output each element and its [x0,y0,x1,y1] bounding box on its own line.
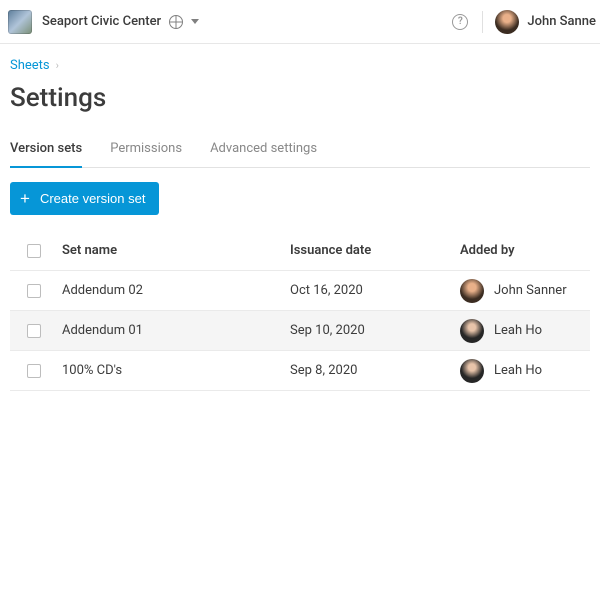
added-by-name: John Sanner [494,283,567,298]
tab-advanced-settings[interactable]: Advanced settings [210,133,317,168]
current-user-name[interactable]: John Sanne [527,14,596,29]
create-version-set-button[interactable]: + Create version set [10,182,159,215]
column-header-date[interactable]: Issuance date [290,243,460,258]
table-row[interactable]: Addendum 01Sep 10, 2020 Leah Ho [10,311,590,351]
tab-version-sets[interactable]: Version sets [10,133,82,168]
table-header-row: Set name Issuance date Added by [10,231,590,271]
chevron-right-icon: › [56,59,59,72]
button-label: Create version set [40,191,146,206]
row-checkbox-cell [10,284,58,298]
project-thumbnail[interactable] [8,10,32,34]
table-row[interactable]: Addendum 02Oct 16, 2020 John Sanner [10,271,590,311]
row-checkbox[interactable] [27,364,41,378]
added-by-cell: Leah Ho [460,319,590,343]
help-icon[interactable]: ? [452,14,468,30]
breadcrumb: Sheets › [10,44,590,77]
column-header-added-by[interactable]: Added by [460,243,590,258]
added-by-cell: Leah Ho [460,359,590,383]
row-checkbox[interactable] [27,324,41,338]
table-row[interactable]: 100% CD'sSep 8, 2020 Leah Ho [10,351,590,391]
version-sets-table: Set name Issuance date Added by Addendum… [10,231,590,391]
top-bar: Seaport Civic Center ? John Sanne [0,0,600,44]
plus-icon: + [20,190,30,207]
avatar[interactable] [495,10,519,34]
page-title: Settings [10,83,590,113]
tabs: Version sets Permissions Advanced settings [10,133,590,168]
row-checkbox[interactable] [27,284,41,298]
row-checkbox-cell [10,324,58,338]
avatar [460,359,484,383]
avatar [460,279,484,303]
added-by-name: Leah Ho [494,363,542,378]
avatar [460,319,484,343]
set-name: Addendum 01 [58,323,290,338]
issuance-date: Sep 10, 2020 [290,323,460,338]
set-name: Addendum 02 [58,283,290,298]
select-all-checkbox[interactable] [27,244,41,258]
added-by-name: Leah Ho [494,323,542,338]
divider [482,11,483,33]
globe-icon[interactable] [169,15,183,29]
project-name[interactable]: Seaport Civic Center [42,14,161,29]
set-name: 100% CD's [58,363,290,378]
row-checkbox-cell [10,364,58,378]
column-header-name[interactable]: Set name [58,243,290,258]
header-checkbox-cell [10,244,58,258]
chevron-down-icon[interactable] [191,19,199,24]
tab-permissions[interactable]: Permissions [110,133,182,168]
issuance-date: Sep 8, 2020 [290,363,460,378]
issuance-date: Oct 16, 2020 [290,283,460,298]
added-by-cell: John Sanner [460,279,590,303]
breadcrumb-parent-link[interactable]: Sheets [10,58,50,73]
